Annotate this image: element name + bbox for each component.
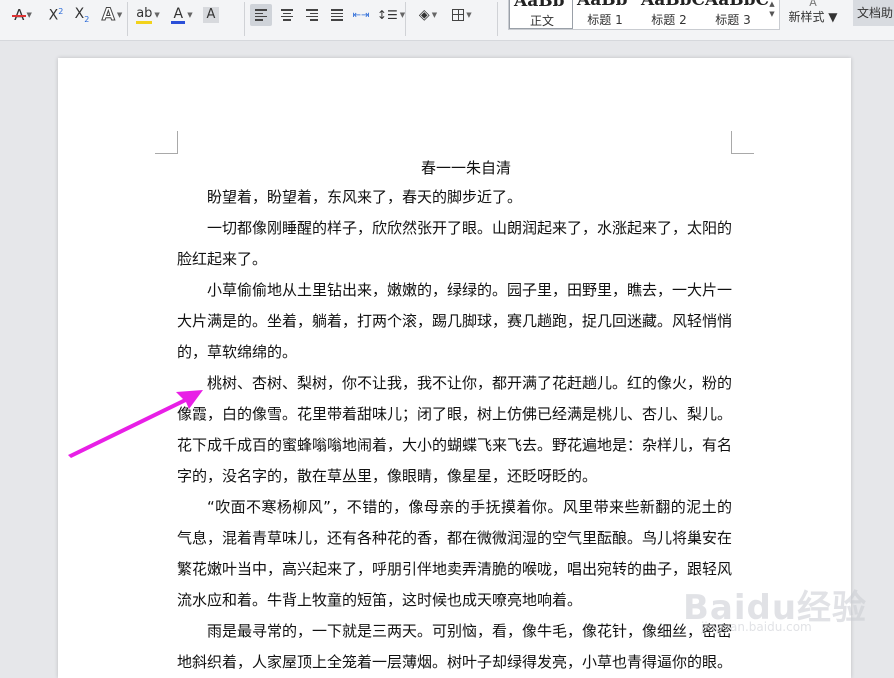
chevron-down-icon: ▼ xyxy=(466,11,472,19)
style-label: 标题 3 xyxy=(715,13,751,27)
toolbar-divider xyxy=(405,2,406,36)
font-color-swatch xyxy=(171,20,186,24)
highlighter-icon: ab xyxy=(136,6,153,24)
highlight-button[interactable]: ab ▼ xyxy=(132,4,164,26)
superscript-icon: X2 xyxy=(48,6,64,24)
toolbar-divider xyxy=(497,2,498,36)
style-heading-3[interactable]: AaBbC 标题 3 xyxy=(701,0,769,29)
style-preview: AaBbC xyxy=(641,0,705,10)
subscript-icon: X2 xyxy=(74,6,90,24)
distributed-align-button[interactable]: ⇤⇥ xyxy=(350,4,372,26)
align-right-button[interactable] xyxy=(301,4,323,26)
superscript-button[interactable]: X2 xyxy=(44,4,68,26)
style-preview: AaBb xyxy=(577,0,628,10)
document-helper-button[interactable]: 文档助 xyxy=(853,0,894,26)
justify-icon xyxy=(331,9,343,21)
distributed-align-icon: ⇤⇥ xyxy=(352,9,370,21)
chevron-down-icon: ▼ xyxy=(26,11,32,19)
line-spacing-icon: ↕☰ xyxy=(376,8,398,22)
align-right-icon xyxy=(306,9,318,21)
chevron-down-icon: ▼ xyxy=(187,11,193,19)
font-color-button[interactable]: A ▼ xyxy=(168,4,196,26)
align-center-icon xyxy=(281,9,293,21)
document-helper-label: 文档助 xyxy=(857,6,894,20)
new-style-button[interactable]: A 新样式 ▼ xyxy=(786,0,840,30)
style-label: 标题 1 xyxy=(587,13,623,27)
ribbon-toolbar: A ▼ X2 X2 A ▼ ab ▼ A ▼ xyxy=(0,0,894,41)
style-preview: AaBbC xyxy=(705,0,769,10)
paragraph: 雨是最寻常的，一下就是三两天。可别恼，看，像牛毛，像花针，像细丝，密密地斜织着，… xyxy=(177,622,733,671)
paragraph: 桃树、杏树、梨树，你不让我，我不让你，都开满了花赶趟儿。红的像火，粉的像霞，白的… xyxy=(177,374,733,485)
chevron-down-icon: ▼ xyxy=(154,11,160,19)
margin-corner-mark xyxy=(731,131,754,154)
toolbar-divider xyxy=(127,2,128,36)
document-title: 春一一朱自清 xyxy=(420,159,511,177)
shading-button[interactable]: ◈ ▼ xyxy=(412,4,444,26)
style-heading-2[interactable]: AaBbC 标题 2 xyxy=(637,0,705,29)
style-normal[interactable]: AaBb 正文 xyxy=(509,0,573,29)
strikethrough-icon: A xyxy=(12,6,27,24)
character-shading-button[interactable]: A xyxy=(200,4,222,26)
chevron-down-icon: ▼ xyxy=(828,10,838,24)
align-center-button[interactable] xyxy=(276,4,298,26)
subscript-button[interactable]: X2 xyxy=(70,4,94,26)
align-left-icon xyxy=(255,9,267,21)
style-preview: AaBb xyxy=(514,0,565,11)
chevron-down-icon: ▼ xyxy=(769,10,775,18)
new-style-icon: A xyxy=(809,0,817,9)
document-body[interactable]: 盼望着，盼望着，东风来了，春天的脚步近了。 一切都像刚睡醒的样子，欣欣然张开了眼… xyxy=(177,182,732,678)
style-gallery: AaBb 正文 AaBb 标题 1 AaBbC 标题 2 AaBbC 标题 3 … xyxy=(508,0,780,30)
chevron-down-icon: ▼ xyxy=(431,11,438,19)
toolbar-divider xyxy=(244,2,245,36)
new-style-label: 新样式 xyxy=(788,10,825,24)
chevron-up-icon: ▲ xyxy=(769,0,775,8)
chevron-down-icon: ▼ xyxy=(116,11,123,19)
character-shading-icon: A xyxy=(203,7,219,23)
paint-bucket-icon: ◈ xyxy=(418,7,430,23)
text-effect-button[interactable]: A ▼ xyxy=(98,4,126,26)
text-effect-icon: A xyxy=(101,5,115,26)
style-scroll[interactable]: ▲ ▼ xyxy=(767,0,777,19)
style-heading-1[interactable]: AaBb 标题 1 xyxy=(573,0,637,29)
borders-button[interactable]: ▼ xyxy=(446,4,478,26)
margin-corner-mark xyxy=(155,131,178,154)
paragraph: “吹面不寒杨柳风”，不错的，像母亲的手抚摸着你。风里带来些新翻的泥土的气息，混着… xyxy=(177,498,733,609)
style-label: 正文 xyxy=(529,14,554,28)
line-spacing-button[interactable]: ↕☰ ▼ xyxy=(376,4,406,26)
border-grid-icon xyxy=(452,9,465,21)
font-color-icon: A xyxy=(171,7,186,24)
paragraph: 盼望着，盼望着，东风来了，春天的脚步近了。 xyxy=(207,188,523,206)
style-label: 标题 2 xyxy=(651,13,687,27)
paragraph: 小草偷偷地从土里钻出来，嫩嫩的，绿绿的。园子里，田野里，瞧去，一大片一大片满是的… xyxy=(177,281,733,361)
paragraph: 一切都像刚睡醒的样子，欣欣然张开了眼。山朗润起来了，水涨起来了，太阳的脸红起来了… xyxy=(177,219,733,268)
justify-button[interactable] xyxy=(326,4,348,26)
align-left-button[interactable] xyxy=(250,4,272,26)
highlight-color-swatch xyxy=(136,20,153,24)
strikethrough-button[interactable]: A ▼ xyxy=(6,4,40,26)
document-page[interactable]: 春一一朱自清 盼望着，盼望着，东风来了，春天的脚步近了。 一切都像刚睡醒的样子，… xyxy=(58,58,851,678)
